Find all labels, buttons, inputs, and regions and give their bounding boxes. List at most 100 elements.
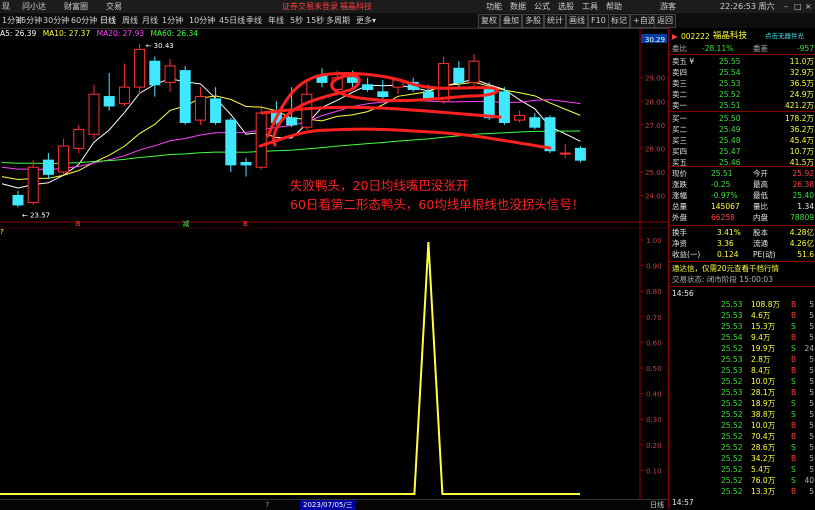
tick-direction: S <box>791 476 796 485</box>
stat-value: 145067 <box>711 202 740 211</box>
stat-value: 1.34 <box>797 202 814 211</box>
minimize-icon[interactable]: – <box>784 0 788 13</box>
candle-body <box>58 145 70 173</box>
tick-row: 25.54 9.4万 B 5 <box>669 332 815 343</box>
indicator-tag[interactable]: ? <box>0 228 4 236</box>
ask-label: 卖三 <box>672 79 687 88</box>
high-price-label: ← 30.43 <box>146 42 174 50</box>
tick-row: 25.52 76.0万 S 40 <box>669 475 815 486</box>
candle-body <box>559 152 571 155</box>
tick-volume: 2.8万 <box>751 355 771 364</box>
tick-direction: B <box>791 454 797 463</box>
stat-label: 总量 <box>672 202 687 211</box>
ask-volume: 36.5万 <box>789 79 814 88</box>
stat-value: 4.26亿 <box>789 239 814 248</box>
ask-row: 卖四 25.54 32.9万 <box>669 67 815 78</box>
bid-price: 25.48 <box>719 136 741 145</box>
wecha-value: -957 <box>796 44 814 53</box>
tick-count: 5 <box>809 487 814 496</box>
indicator-tick-label: 0.50 <box>646 365 662 373</box>
tick-direction: S <box>791 322 796 331</box>
stat-row: 涨幅 -0.97% 最低 25.40 <box>669 190 815 201</box>
stat-row: 净资 3.36 流通 4.26亿 <box>669 238 815 249</box>
tick-count: 5 <box>809 388 814 397</box>
tick-price: 25.52 <box>721 344 743 353</box>
tick-row: 25.53 4.6万 B 5 <box>669 310 815 321</box>
quote-panel: ▶ 002222 福晶科技 点击无器件光 委比 -28.11% 委差 -957 … <box>668 28 815 509</box>
tick-volume: 108.8万 <box>751 300 780 309</box>
tick-price: 25.52 <box>721 421 743 430</box>
tick-row: 25.52 19.9万 S 24 <box>669 343 815 354</box>
date-bar: 7 2023/07/05/三 日线 <box>0 499 668 510</box>
candle-body <box>255 112 267 168</box>
tick-count: 5 <box>809 465 814 474</box>
maximize-icon[interactable]: □ <box>794 0 802 13</box>
tick-count: 24 <box>804 344 814 353</box>
stat-row: 收益(一) 0.124 PE(动) 51.6 <box>669 249 815 260</box>
tick-price: 25.53 <box>721 366 743 375</box>
candlestick-chart[interactable]: 30.2929.0028.0027.0026.0025.0024.00 B减B … <box>0 0 668 509</box>
tick-row: 25.52 28.6万 S 5 <box>669 442 815 453</box>
stat-label: 股本 <box>753 228 768 237</box>
indicator-tick-label: 0.80 <box>646 288 662 296</box>
tick-price: 25.52 <box>721 377 743 386</box>
bid-label: 买三 <box>672 136 687 145</box>
tick-direction: B <box>791 487 797 496</box>
source-link[interactable]: 点击无器件光 <box>765 31 804 42</box>
annotation-text: 失败鸭头，20日均线嘴巴没张开 60日看第二形态鸭头，60均线单根线也没拐头信号… <box>290 176 584 214</box>
tick-row: 25.52 34.2万 B 5 <box>669 453 815 464</box>
tick-volume: 5.4万 <box>751 465 771 474</box>
tick-volume: 10.0万 <box>751 377 776 386</box>
ask-volume: 24.9万 <box>789 90 814 99</box>
bid-row: 买四 25.47 10.7万 <box>669 146 815 157</box>
bid-volume: 36.2万 <box>789 125 814 134</box>
signal-mark: B <box>243 220 248 228</box>
upper-band-line <box>260 105 502 119</box>
tick-direction: B <box>791 421 797 430</box>
tick-direction: B <box>791 355 797 364</box>
webi-value: -28.11% <box>702 44 734 53</box>
tick-row: 25.52 38.8万 S 5 <box>669 409 815 420</box>
bid-price: 25.50 <box>719 114 741 123</box>
tick-count: 5 <box>809 377 814 386</box>
stat-label: 涨幅 <box>672 191 687 200</box>
ask-price: 25.55 <box>719 57 741 66</box>
indicator-tick-label: 0.60 <box>646 339 662 347</box>
play-icon[interactable]: ▶ <box>672 31 678 42</box>
candle-body <box>134 48 146 88</box>
stat-value: 4.28亿 <box>789 228 814 237</box>
tick-count: 5 <box>809 322 814 331</box>
bid-volume: 10.7万 <box>789 147 814 156</box>
tick-price: 25.52 <box>721 443 743 452</box>
promo-text[interactable]: 通达信，仅需20元查看千档行情 <box>672 263 779 274</box>
bid-price: 25.49 <box>719 125 741 134</box>
tick-volume: 13.3万 <box>751 487 776 496</box>
tick-volume: 70.4万 <box>751 432 776 441</box>
ask-label: 卖四 <box>672 68 687 77</box>
stat-value: -0.25 <box>711 180 731 189</box>
tick-price: 25.52 <box>721 454 743 463</box>
tick-volume: 9.4万 <box>751 333 771 342</box>
tick-price: 25.52 <box>721 410 743 419</box>
tick-price: 25.52 <box>721 487 743 496</box>
candle-body <box>544 117 556 152</box>
tick-count: 5 <box>809 333 814 342</box>
candle-body <box>149 60 161 86</box>
tick-count: 5 <box>809 300 814 309</box>
tick-count: 5 <box>809 454 814 463</box>
tick-direction: S <box>791 344 796 353</box>
ask-row: 卖二 25.52 24.9万 <box>669 89 815 100</box>
wecha-label: 委差 <box>753 44 768 53</box>
candle-body <box>12 195 24 206</box>
tick-count: 5 <box>809 432 814 441</box>
tick-direction: S <box>791 377 796 386</box>
tick-price: 25.52 <box>721 476 743 485</box>
close-icon[interactable]: × <box>805 0 812 13</box>
bid-row: 买一 25.50 178.2万 <box>669 113 815 124</box>
tick-volume: 8.4万 <box>751 366 771 375</box>
tick-volume: 28.6万 <box>751 443 776 452</box>
clock: 22:26:53 周六 <box>720 2 775 11</box>
ask-volume: 11.0万 <box>789 57 814 66</box>
stock-name: 福晶科技 <box>713 31 748 41</box>
candle-body <box>483 86 495 119</box>
